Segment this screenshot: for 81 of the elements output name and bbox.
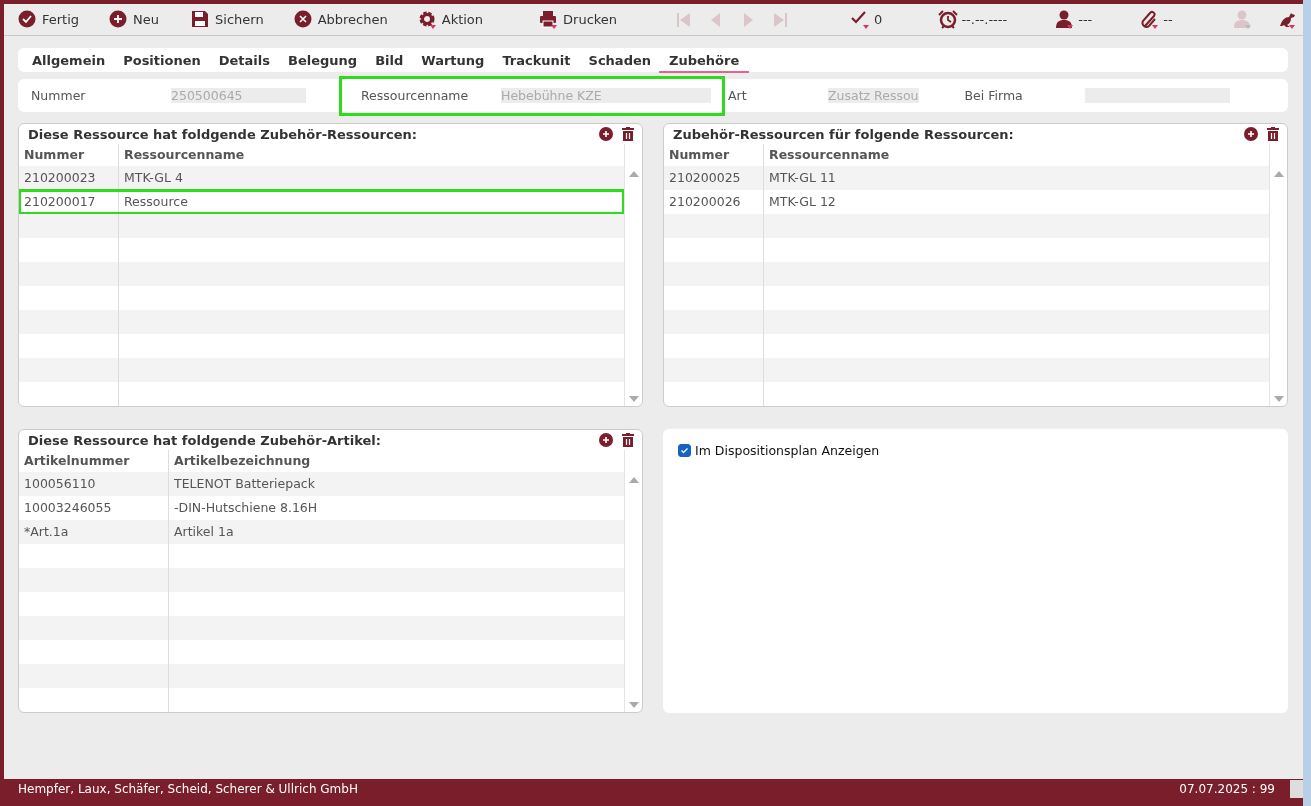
column-header[interactable]: Ressourcenname: [764, 144, 1269, 166]
table-row[interactable]: [664, 358, 1269, 382]
scroll-down-icon[interactable]: [628, 702, 639, 708]
action-button[interactable]: Aktion: [417, 9, 484, 30]
scroll-up-icon[interactable]: [1273, 171, 1284, 177]
save-button[interactable]: Sichern: [191, 9, 264, 30]
field-label: Art: [728, 88, 748, 103]
indicator-value: 0: [874, 12, 883, 27]
scroll-down-icon[interactable]: [1273, 396, 1284, 402]
indicator-value: --.--.----: [961, 12, 1008, 27]
table-row[interactable]: 210200023 MTK-GL 4: [19, 166, 624, 190]
checkbox[interactable]: [678, 444, 691, 457]
table-cell-text: Ressource: [123, 193, 189, 211]
check-circle-icon: [18, 9, 38, 30]
panel-title: Diese Ressource hat foldgende Zubehör-Artikel:: [28, 432, 382, 448]
indicator-value: ---: [1078, 12, 1093, 27]
tab[interactable]: Bild: [375, 50, 404, 73]
scroll-down-icon[interactable]: [628, 396, 639, 402]
resize-grip[interactable]: [1290, 780, 1303, 798]
trash-icon[interactable]: [1267, 127, 1279, 141]
person-icon[interactable]: [1055, 9, 1076, 30]
table-cell-text: MTK-GL 4: [123, 169, 184, 187]
panel-title: Diese Ressource hat foldgende Zubehör-Ressourcen:: [28, 126, 418, 142]
table-cell-text: TELENOT Batteriepack: [173, 475, 316, 493]
table-cell-text: -DIN-Hutschiene 8.16H: [173, 499, 319, 517]
table-cell-text: MTK-GL 11: [768, 169, 837, 187]
field-label: Bei Firma: [964, 88, 1024, 103]
checkbox-label[interactable]: Im Dispositionsplan Anzeigen: [695, 443, 880, 458]
panel-title: Zubehör-Ressourcen für folgende Ressourcen:: [673, 126, 1015, 142]
table-row[interactable]: [19, 358, 624, 382]
cancel-icon: [293, 9, 314, 30]
tab[interactable]: Schaden: [588, 50, 651, 73]
column-header[interactable]: Artikelbezeichnung: [169, 450, 624, 472]
scroll-up-icon[interactable]: [628, 477, 639, 483]
cancel-button[interactable]: Abbrechen: [293, 9, 388, 30]
checkmark-icon[interactable]: [851, 9, 872, 30]
done-button[interactable]: Fertig: [18, 9, 80, 30]
table-cell: 100056110: [19, 472, 169, 496]
table-cell: 210200023: [19, 166, 119, 190]
print-button[interactable]: Drucken: [539, 9, 618, 30]
table-row[interactable]: 100056110 TELENOT Batteriepack: [19, 472, 624, 496]
table-row[interactable]: [664, 262, 1269, 286]
add-icon[interactable]: [599, 433, 613, 447]
gear-icon: [417, 9, 438, 30]
table-row[interactable]: *Art.1a Artikel 1a: [19, 520, 624, 544]
table-row[interactable]: [664, 310, 1269, 334]
paperclip-icon[interactable]: [1140, 9, 1161, 30]
tab[interactable]: Belegung: [288, 50, 358, 73]
trash-icon[interactable]: [622, 433, 634, 447]
trash-icon[interactable]: [622, 127, 634, 141]
alarm-clock-icon[interactable]: [938, 9, 959, 30]
table-row[interactable]: [19, 310, 624, 334]
indicator-value: --: [1163, 12, 1173, 27]
table-row[interactable]: [19, 616, 624, 640]
company-name: Hempfer, Laux, Schäfer, Scheid, Scherer & Ullrich GmbH: [18, 782, 359, 796]
table-row[interactable]: 210200017 Ressource: [19, 190, 624, 214]
field-label: Nummer: [31, 88, 87, 103]
table-row[interactable]: [19, 214, 624, 238]
table-row[interactable]: 210200025 MTK-GL 11: [664, 166, 1269, 190]
table-row[interactable]: [19, 568, 624, 592]
table-row[interactable]: [19, 664, 624, 688]
table-row[interactable]: [664, 214, 1269, 238]
add-icon[interactable]: [599, 127, 613, 141]
column-header[interactable]: Ressourcenname: [119, 144, 624, 166]
tab[interactable]: Zubehöre: [659, 50, 750, 73]
new-button[interactable]: Neu: [109, 9, 160, 30]
field-label: Ressourcenname: [361, 88, 470, 103]
tab[interactable]: Trackunit: [502, 50, 571, 73]
table-cell-text: Artikel 1a: [173, 523, 235, 541]
tab[interactable]: Wartung: [421, 50, 485, 73]
date-label: 07.07.2025 : 99: [1179, 782, 1275, 796]
table-cell: 210200025: [664, 166, 764, 190]
table-cell-text: MTK-GL 12: [768, 193, 837, 211]
add-icon[interactable]: [1244, 127, 1258, 141]
table-cell: *Art.1a: [19, 520, 169, 544]
table-row[interactable]: [19, 262, 624, 286]
scroll-up-icon[interactable]: [628, 171, 639, 177]
printer-icon: [539, 9, 560, 30]
tab[interactable]: Positionen: [123, 50, 201, 73]
tab[interactable]: Details: [218, 50, 270, 73]
tab[interactable]: Allgemein: [32, 50, 106, 73]
